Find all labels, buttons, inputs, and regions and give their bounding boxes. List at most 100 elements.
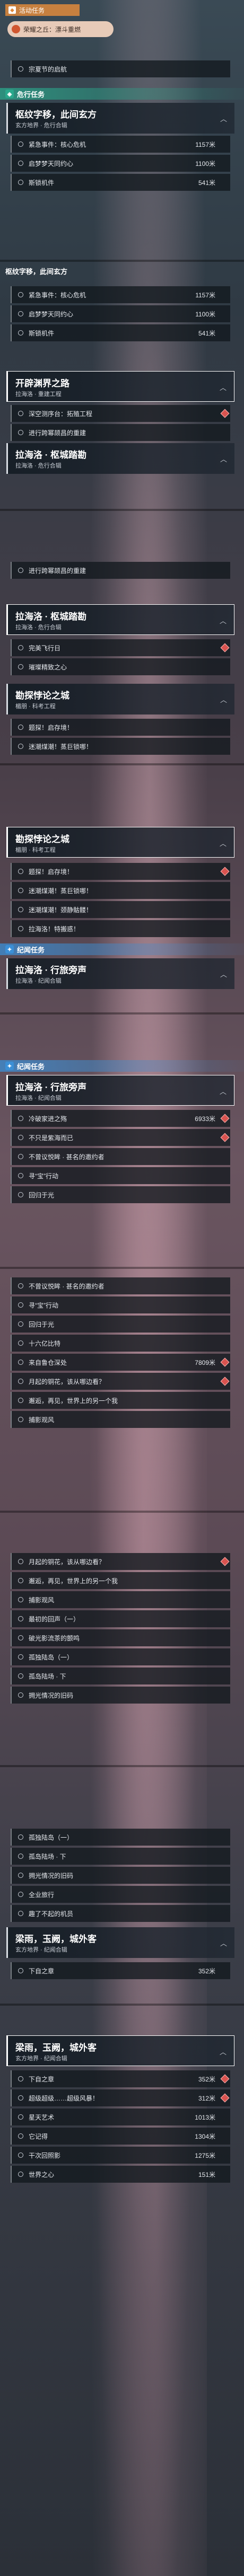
- quest-card-f[interactable]: 梁雨，玉阙，城外客 玄方地界 · 纪闻合辑 ︿: [6, 2035, 234, 2066]
- list-item[interactable]: 迷潮煤潮！蒸巨锁哪！: [11, 738, 230, 755]
- list-item[interactable]: 干次回照影 1275米: [11, 2147, 230, 2164]
- list-item[interactable]: 不曾议悦眸 · 甚名的邀约者: [11, 1148, 230, 1165]
- diamond-tracker-icon[interactable]: [220, 1357, 230, 1367]
- list-item[interactable]: 十六亿比特: [11, 1335, 230, 1352]
- chevron-up-icon[interactable]: ︿: [220, 838, 226, 848]
- list-item[interactable]: 进行跨幂颉昌的重建: [11, 562, 230, 579]
- list-item[interactable]: 拥光情况的旧码: [11, 1687, 230, 1704]
- list-item[interactable]: 冷破家进之殇 6933米: [11, 1110, 230, 1127]
- distance: 1275米: [195, 2151, 215, 2159]
- active-quest-chip[interactable]: 荣耀之丘：漂斗重燃: [7, 21, 114, 37]
- quest-card-d[interactable]: 勘探悖论之城 楣朋 · 科考工程 ︿: [6, 827, 234, 858]
- list-item-label: 寻“宝”行动: [29, 1172, 58, 1180]
- status-ring-icon: [18, 907, 23, 912]
- list-item[interactable]: 超级超级……超级风暴！ 312米: [11, 2089, 230, 2106]
- distance: 1013米: [195, 2113, 215, 2121]
- list-item[interactable]: 璀璨精致之心: [11, 658, 230, 675]
- list-item[interactable]: 迷潮煤潮！蒸巨锁哪！: [11, 882, 230, 899]
- list-item[interactable]: 捕影观风: [11, 1591, 230, 1608]
- list-item[interactable]: 趣了不起的机员: [11, 1905, 230, 1922]
- status-ring-icon: [18, 1597, 23, 1602]
- list-item[interactable]: 世界之心 151米: [11, 2166, 230, 2183]
- list-item[interactable]: 不只是紫海而已: [11, 1129, 230, 1146]
- quest-title: 拉海洛 · 枢城踏勘: [15, 450, 87, 460]
- quest-card-b[interactable]: 开辟渊界之路拉海洛 · 重建工程 ︿: [6, 371, 234, 402]
- quest-subtitle: 拉海洛 · 重建工程: [15, 391, 62, 398]
- list-item[interactable]: 完美飞行日: [11, 639, 230, 656]
- frame-divider: [0, 1765, 244, 1767]
- list-item[interactable]: 进行跨幂颉昌的重建: [11, 424, 230, 441]
- list-item[interactable]: 回归于光: [11, 1186, 230, 1203]
- diamond-tracker-icon[interactable]: [220, 2074, 230, 2084]
- quest-subtitle: 拉海洛 · 纪闻合辑: [15, 1095, 62, 1101]
- list-item-label: 迷潮煤潮！蒸巨锁哪！: [29, 743, 93, 751]
- list-item[interactable]: 不曾议悦眸 · 甚名的邀约者: [11, 1277, 230, 1294]
- list-item-label: 回归于光: [29, 1320, 55, 1328]
- quest-card-e[interactable]: 拉海洛 · 行旅旁声 拉海洛 · 纪闻合辑 ︿: [6, 1075, 234, 1106]
- list-item[interactable]: 紧急事件：核心危机 1157米: [11, 136, 230, 153]
- list-item[interactable]: 启梦梦天同约心 1100米: [11, 155, 230, 172]
- chevron-up-icon[interactable]: ︿: [220, 2046, 226, 2057]
- list-item[interactable]: 它记得 1304米: [11, 2128, 230, 2145]
- chevron-up-icon[interactable]: ︿: [220, 454, 227, 464]
- list-item[interactable]: 深空测序台：拓殖工程: [11, 405, 230, 422]
- status-ring-icon: [18, 1559, 23, 1564]
- list-item[interactable]: 寻“宝”行动: [11, 1296, 230, 1313]
- list-item[interactable]: 月起的铜花，该从哪边看？: [11, 1553, 230, 1570]
- list-item[interactable]: 最初的回声（一）: [11, 1610, 230, 1627]
- quest-card-c[interactable]: 拉海洛 · 枢城踏勘 拉海洛 · 危行合辑 ︿: [6, 604, 234, 635]
- quest-card-d[interactable]: 勘探悖论之城 楣朋 · 科考工程 ︿: [6, 684, 234, 714]
- list-item-label: 下自之章: [29, 1967, 55, 1975]
- chevron-up-icon[interactable]: ︿: [220, 694, 227, 704]
- quest-title: 枢纹字移，此间玄方: [5, 267, 68, 276]
- list-item[interactable]: 紧急事件：核心危机 1157米: [11, 286, 230, 303]
- quest-title: 开辟渊界之路: [15, 378, 69, 389]
- list-item-label: 进行跨幂颉昌的重建: [29, 429, 86, 437]
- quest-card-a[interactable]: 枢纹字移，此间玄方 玄方地界 · 危行合辑 ︿: [6, 103, 234, 134]
- list-item[interactable]: 捕影观风: [11, 1411, 230, 1428]
- chevron-up-icon[interactable]: ︿: [220, 615, 226, 625]
- list-item[interactable]: 星天艺术 1013米: [11, 2109, 230, 2125]
- list-item[interactable]: 宗夏节的启航: [11, 60, 230, 77]
- quest-card-f[interactable]: 梁雨，玉阙，城外客 玄方地界 · 纪闻合辑 ︿: [6, 1927, 234, 1958]
- list-item[interactable]: 孤独陆岛（一）: [11, 1648, 230, 1665]
- distance: 1157米: [195, 291, 215, 299]
- diamond-tracker-icon[interactable]: [220, 2093, 230, 2103]
- list-item[interactable]: 下自之章 352米: [11, 1962, 230, 1979]
- list-item[interactable]: 迷潮煤潮！颈静骷髅！: [11, 901, 230, 918]
- quest-card-e[interactable]: 拉海洛 · 行旅旁声 拉海洛 · 纪闻合辑 ︿: [6, 958, 234, 989]
- list-item[interactable]: 斯锁机件 541米: [11, 324, 230, 341]
- list-item-label: 邂逅，再见，世界上的另一个我: [29, 1397, 118, 1405]
- chevron-up-icon[interactable]: ︿: [220, 1938, 227, 1948]
- chevron-up-icon[interactable]: ︿: [220, 969, 227, 979]
- chevron-up-icon[interactable]: ︿: [220, 382, 226, 392]
- chevron-up-icon[interactable]: ︿: [220, 113, 227, 123]
- list-item[interactable]: 回归于光: [11, 1316, 230, 1333]
- diamond-tracker-icon[interactable]: [220, 1114, 230, 1123]
- list-item[interactable]: 邂逅，再见，世界上的另一个我: [11, 1392, 230, 1409]
- quest-marker-icon: [12, 25, 20, 33]
- list-item[interactable]: 孤岛陆场 · 下: [11, 1848, 230, 1865]
- list-item[interactable]: 孤岛陆场 · 下: [11, 1668, 230, 1684]
- list-item-label: 月起的铜花，该从哪边看？: [29, 1558, 106, 1566]
- list-item[interactable]: 邂逅，再见，世界上的另一个我: [11, 1572, 230, 1589]
- list-item[interactable]: 月起的铜花，该从哪边看？: [11, 1373, 230, 1390]
- quest-card-c[interactable]: 拉海洛 · 枢城踏勘 拉海洛 · 危行合辑 ︿: [6, 443, 234, 474]
- chevron-up-icon[interactable]: ︿: [220, 1086, 226, 1096]
- quest-subtitle: 拉海洛 · 危行合辑: [15, 624, 62, 631]
- event-tab-pill[interactable]: ◆ 活动任务: [5, 4, 80, 16]
- list-item[interactable]: 题探！启存境！: [11, 863, 230, 880]
- list-item[interactable]: 来自鲁仓深处 7809米: [11, 1354, 230, 1371]
- list-item[interactable]: 全业旅行: [11, 1886, 230, 1903]
- list-item[interactable]: 寻“宝”行动: [11, 1167, 230, 1184]
- list-item[interactable]: 拉海洛！特搬惑！: [11, 920, 230, 937]
- list-item[interactable]: 拥光情况的旧码: [11, 1867, 230, 1884]
- list-item[interactable]: 孤独陆岛（一）: [11, 1829, 230, 1846]
- status-ring-icon: [18, 1154, 23, 1159]
- list-item[interactable]: 题探！启存境！: [11, 719, 230, 736]
- list-item[interactable]: 下自之章 352米: [11, 2070, 230, 2087]
- distance: 312米: [198, 2094, 215, 2102]
- list-item[interactable]: 破光影流茶的颤鸣: [11, 1629, 230, 1646]
- list-item[interactable]: 启梦梦天同约心 1100米: [11, 305, 230, 322]
- list-item[interactable]: 斯锁机件 541米: [11, 174, 230, 191]
